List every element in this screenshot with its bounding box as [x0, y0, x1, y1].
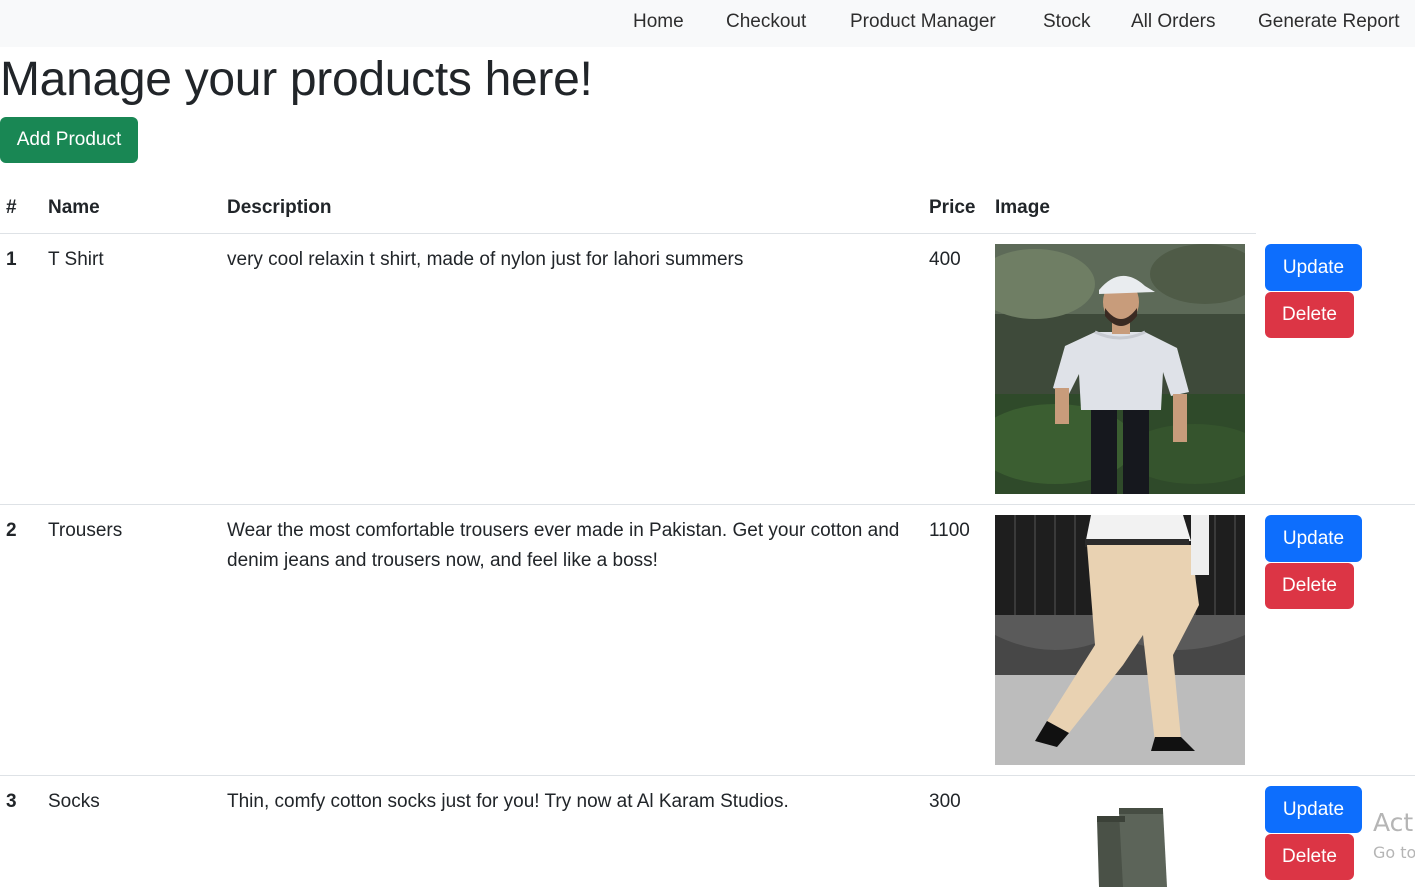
- nav-all-orders-link[interactable]: All Orders: [1131, 11, 1215, 33]
- navbar: Home Checkout Product Manager Stock All …: [0, 0, 1415, 47]
- product-name: Trousers: [48, 520, 123, 541]
- update-button[interactable]: Update: [1265, 786, 1362, 833]
- row-number: 1: [6, 249, 17, 270]
- product-description: very cool relaxin t shirt, made of nylon…: [227, 249, 744, 270]
- update-button[interactable]: Update: [1265, 515, 1362, 562]
- column-header-name: Name: [48, 197, 100, 218]
- activation-watermark-title: Acti: [1373, 808, 1415, 837]
- row-number: 2: [6, 520, 17, 541]
- row-divider: [0, 775, 1415, 776]
- product-name: T Shirt: [48, 249, 104, 270]
- delete-button[interactable]: Delete: [1265, 834, 1354, 880]
- column-header-description: Description: [227, 197, 332, 218]
- product-image-tshirt: [995, 244, 1245, 494]
- product-image-trousers: [995, 515, 1245, 765]
- table-header-divider: [0, 233, 1256, 234]
- row-divider: [0, 504, 1415, 505]
- page-title: Manage your products here!: [0, 53, 593, 106]
- product-description: Thin, comfy cotton socks just for you! T…: [227, 791, 789, 812]
- product-price: 1100: [929, 520, 970, 541]
- product-price: 300: [929, 791, 961, 812]
- activation-watermark-subtitle: Go to: [1373, 843, 1415, 862]
- delete-button[interactable]: Delete: [1265, 292, 1354, 338]
- nav-product-manager-link[interactable]: Product Manager: [850, 11, 996, 33]
- product-price: 400: [929, 249, 961, 270]
- column-header-image: Image: [995, 197, 1050, 218]
- product-description: Wear the most comfortable trousers ever …: [227, 520, 900, 571]
- update-button[interactable]: Update: [1265, 244, 1362, 291]
- nav-checkout-link[interactable]: Checkout: [726, 11, 806, 33]
- nav-generate-report-link[interactable]: Generate Report: [1258, 11, 1400, 33]
- add-product-button[interactable]: Add Product: [0, 117, 138, 163]
- nav-stock-link[interactable]: Stock: [1043, 11, 1091, 33]
- column-header-price: Price: [929, 197, 976, 218]
- nav-home-link[interactable]: Home: [633, 11, 684, 33]
- delete-button[interactable]: Delete: [1265, 563, 1354, 609]
- column-header-number: #: [6, 197, 17, 218]
- row-number: 3: [6, 791, 17, 812]
- product-image-socks: [995, 786, 1245, 887]
- product-name: Socks: [48, 791, 100, 812]
